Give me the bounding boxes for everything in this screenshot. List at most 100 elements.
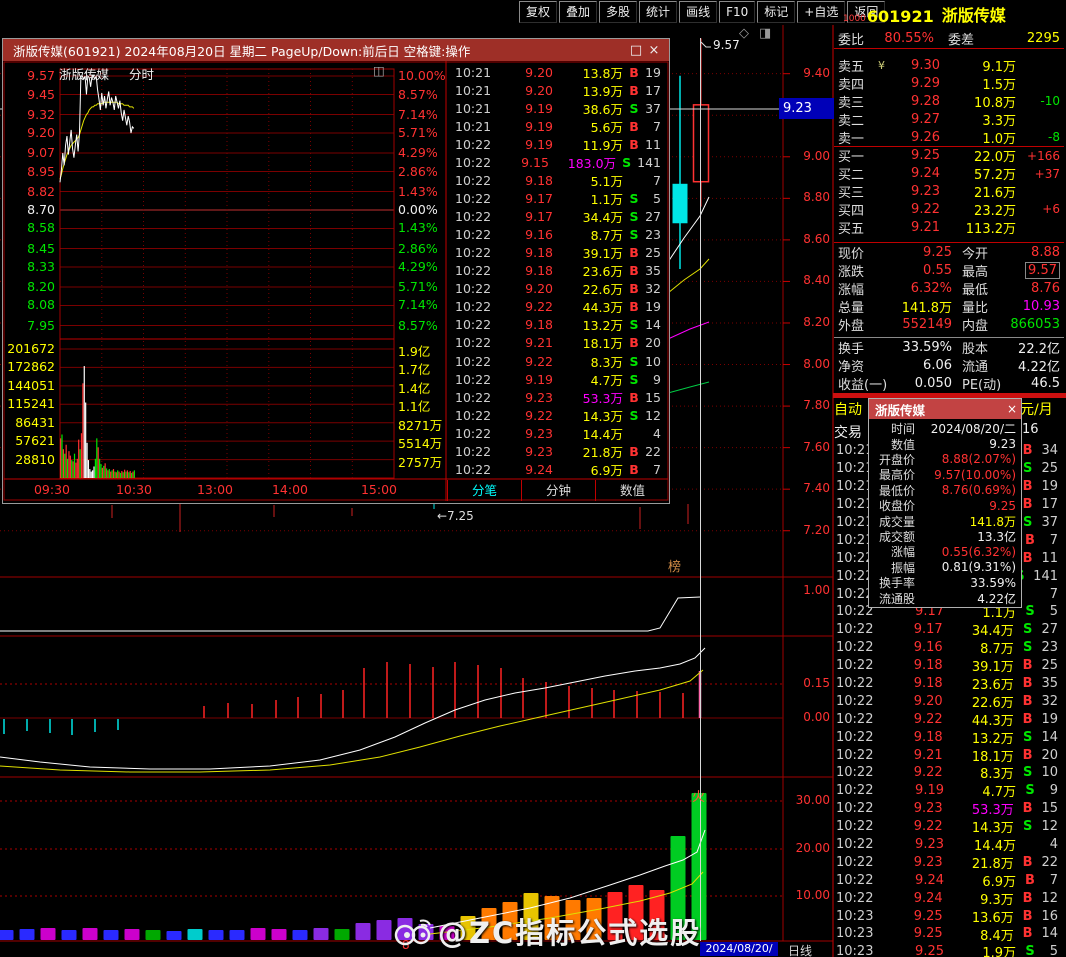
popup-close-button[interactable]: × xyxy=(645,43,663,58)
tick-time: 10:22 xyxy=(834,676,879,691)
tick-count: 141 xyxy=(1033,569,1064,584)
tick-row[interactable]: 10:229.2314.4万4 xyxy=(449,424,669,442)
tooltip-titlebar[interactable]: 浙版传媒 × xyxy=(869,399,1021,419)
tick-row[interactable]: 10:229.1839.1万B25 xyxy=(834,657,1064,675)
tick-price: 9.25 xyxy=(879,926,942,941)
tooltip-row-value: 8.88(2.07%) xyxy=(915,452,1021,466)
tick-price: 9.22 xyxy=(879,765,942,780)
tick-volume: 8.3万 xyxy=(943,763,1014,782)
tick-row[interactable]: 10:229.2314.4万4 xyxy=(834,836,1064,854)
tick-row[interactable]: 10:229.1823.6万B35 xyxy=(834,675,1064,693)
bid-row[interactable]: 买四9.2223.2万+6 xyxy=(834,200,1064,218)
pane3-scale-label: 20.00 xyxy=(786,841,830,855)
ask-price: 9.27 xyxy=(888,112,940,127)
tick-row[interactable]: 10:229.249.3万B12 xyxy=(834,889,1064,907)
tick-row[interactable]: 10:229.2022.6万B32 xyxy=(449,280,669,298)
tick-time: 10:22 xyxy=(834,873,880,888)
toolbar-button-+自选[interactable]: +自选 xyxy=(797,1,845,23)
bid-row[interactable]: 买二9.2457.2万+37 xyxy=(834,165,1064,183)
weibo-eyes-icon xyxy=(392,913,432,949)
tick-row[interactable]: 10:229.2244.3万B19 xyxy=(449,298,669,316)
tick-row[interactable]: 10:229.2321.8万B22 xyxy=(834,853,1064,871)
tick-count: 5 xyxy=(645,191,669,206)
time-axis-label: 15:00 xyxy=(356,482,402,497)
toolbar-button-标记[interactable]: 标记 xyxy=(757,1,795,23)
tab-数值[interactable]: 数值 xyxy=(595,480,669,501)
tick-row[interactable]: 10:229.2244.3万B19 xyxy=(834,710,1064,728)
bid-row[interactable]: 买五9.21113.2万 xyxy=(834,218,1064,236)
tick-count: 141 xyxy=(637,155,669,170)
tick-row[interactable]: 10:229.2321.8万B22 xyxy=(449,442,669,460)
tick-count: 14 xyxy=(1041,730,1064,745)
tick-row[interactable]: 10:239.2513.6万B16 xyxy=(834,907,1064,925)
toolbar-button-画线[interactable]: 画线 xyxy=(679,1,717,23)
toolbar-button-复权[interactable]: 复权 xyxy=(519,1,557,23)
tick-flag: S xyxy=(623,354,645,369)
tick-row[interactable]: 10:229.246.9万B7 xyxy=(834,871,1064,889)
toolbar-button-叠加[interactable]: 叠加 xyxy=(559,1,597,23)
popup-chart-mode[interactable]: 分时 xyxy=(129,64,154,83)
popup-maximize-button[interactable]: □ xyxy=(627,43,645,58)
tick-row[interactable]: 10:229.246.9万B7 xyxy=(449,460,669,478)
ask-row[interactable]: 卖三9.2810.8万-10 xyxy=(834,93,1064,111)
tick-row[interactable]: 10:229.171.1万S5 xyxy=(449,189,669,207)
tick-row[interactable]: 10:229.2214.3万S12 xyxy=(449,406,669,424)
ask-row[interactable]: 卖五¥9.309.1万 xyxy=(834,57,1064,75)
tick-row[interactable]: 10:229.1734.4万S27 xyxy=(449,208,669,226)
tab-分笔[interactable]: 分笔 xyxy=(447,480,521,501)
mini-pane-icon[interactable]: ◫ xyxy=(373,63,385,78)
ask-row[interactable]: 卖二9.273.3万 xyxy=(834,110,1064,128)
tick-row[interactable]: 10:229.168.7万S23 xyxy=(834,639,1064,657)
tick-row[interactable]: 10:229.168.7万S23 xyxy=(449,226,669,244)
tick-row[interactable]: 10:219.195.6万B7 xyxy=(449,117,669,135)
tick-volume: 39.1万 xyxy=(553,243,623,262)
popup-titlebar[interactable]: 浙版传媒(601921) 2024年08月20日 星期二 PageUp/Down… xyxy=(3,39,669,61)
toolbar-button-统计[interactable]: 统计 xyxy=(639,1,677,23)
tick-count: 35 xyxy=(645,263,669,278)
tick-row[interactable]: 10:229.1911.9万B11 xyxy=(449,135,669,153)
tick-count: 9 xyxy=(1044,783,1064,798)
tick-row[interactable]: 10:229.15183.0万S141 xyxy=(449,153,669,171)
ask-row[interactable]: 卖四9.291.5万 xyxy=(834,75,1064,93)
tick-flag: S xyxy=(623,191,645,206)
tick-row[interactable]: 10:219.2013.8万B19 xyxy=(449,63,669,81)
tick-row[interactable]: 10:229.2214.3万S12 xyxy=(834,818,1064,836)
ask-delta: -10 xyxy=(1016,94,1064,108)
percent-scale-label: 4.29% xyxy=(398,259,450,274)
tick-row[interactable]: 10:229.1813.2万S14 xyxy=(449,316,669,334)
rank-badge[interactable]: 榜 xyxy=(668,556,681,575)
tick-row[interactable]: 10:229.2118.1万B20 xyxy=(449,334,669,352)
bid-row[interactable]: 买三9.2321.6万 xyxy=(834,183,1064,201)
split-pane-icon[interactable]: ◨ xyxy=(759,26,771,41)
toolbar-button-多股[interactable]: 多股 xyxy=(599,1,637,23)
tick-row[interactable]: 10:229.1734.4万S27 xyxy=(834,621,1064,639)
tick-row[interactable]: 10:229.1839.1万B25 xyxy=(449,244,669,262)
toolbar-button-F10[interactable]: F10 xyxy=(719,1,755,23)
tick-row[interactable]: 10:229.2022.6万B32 xyxy=(834,692,1064,710)
percent-scale-label: 7.14% xyxy=(398,297,450,312)
tick-price: 9.20 xyxy=(497,65,553,80)
tooltip-close-icon[interactable]: × xyxy=(1003,402,1021,416)
tick-row[interactable]: 10:229.185.1万7 xyxy=(449,171,669,189)
tick-row[interactable]: 10:219.1938.6万S37 xyxy=(449,99,669,117)
tick-row[interactable]: 10:229.194.7万S9 xyxy=(449,370,669,388)
tick-row[interactable]: 10:229.2353.3万B15 xyxy=(449,388,669,406)
tick-row[interactable]: 10:239.251.9万S5 xyxy=(834,943,1064,957)
tick-row[interactable]: 10:219.2013.9万B17 xyxy=(449,81,669,99)
diamond-icon[interactable]: ◇ xyxy=(739,26,749,41)
percent-scale-label: 0.00% xyxy=(398,202,450,217)
ask-row[interactable]: 卖一9.261.0万-8 xyxy=(834,128,1064,146)
tick-row[interactable]: 10:229.2118.1万B20 xyxy=(834,746,1064,764)
tick-row[interactable]: 10:229.2353.3万B15 xyxy=(834,800,1064,818)
tick-row[interactable]: 10:229.1813.2万S14 xyxy=(834,728,1064,746)
period-label[interactable]: 日线 xyxy=(788,942,812,957)
weibi-value: 80.55% xyxy=(874,31,934,46)
tick-row[interactable]: 10:229.228.3万S10 xyxy=(834,764,1064,782)
tick-time: 10:22 xyxy=(834,783,880,798)
tick-row[interactable]: 10:239.258.4万B14 xyxy=(834,925,1064,943)
tick-row[interactable]: 10:229.194.7万S9 xyxy=(834,782,1064,800)
bid-row[interactable]: 买一9.2522.0万+166 xyxy=(834,147,1064,165)
tick-row[interactable]: 10:229.228.3万S10 xyxy=(449,352,669,370)
tab-分钟[interactable]: 分钟 xyxy=(521,480,595,501)
tick-row[interactable]: 10:229.1823.6万B35 xyxy=(449,262,669,280)
